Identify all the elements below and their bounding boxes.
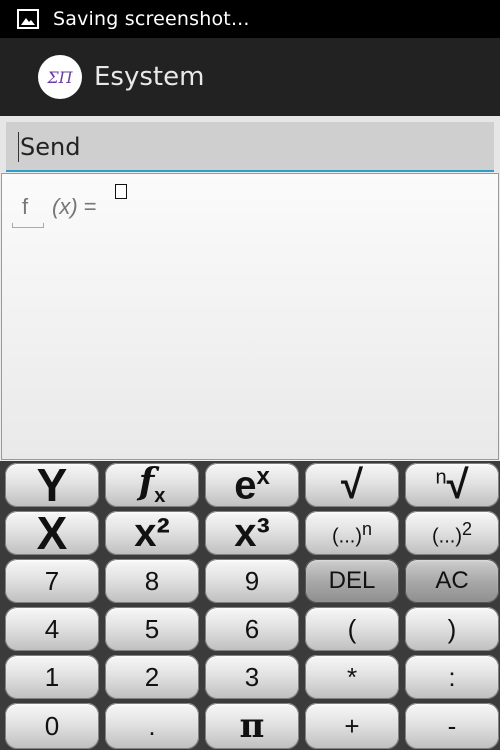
key-x-cubed[interactable]: x³ — [205, 511, 299, 555]
key-4[interactable]: 4 — [5, 607, 99, 651]
key-2[interactable]: 2 — [105, 655, 199, 699]
key-0[interactable]: 0 — [5, 703, 99, 749]
key-y[interactable]: Y — [5, 459, 99, 511]
key-label: 7 — [44, 566, 60, 596]
key-pi[interactable]: π — [205, 703, 299, 749]
key-label: Y — [36, 459, 68, 511]
action-bar: ΣΠ Esystem — [0, 38, 500, 116]
key-label: x² — [134, 511, 170, 555]
key-label: n√ — [435, 463, 469, 507]
function-name-underline — [12, 223, 44, 228]
key-7[interactable]: 7 — [5, 559, 99, 603]
key-9[interactable]: 9 — [205, 559, 299, 603]
key-3[interactable]: 3 — [205, 655, 299, 699]
key-x-squared[interactable]: x² — [105, 511, 199, 555]
key-label: * — [346, 662, 358, 692]
key-label: 5 — [144, 614, 160, 644]
image-icon — [17, 9, 39, 29]
key-label: 0 — [44, 711, 60, 741]
key-sqrt[interactable]: √ — [305, 463, 399, 507]
key-label: fx — [138, 460, 166, 508]
key-multiply[interactable]: * — [305, 655, 399, 699]
input-placeholder-box[interactable] — [115, 184, 127, 199]
key-paren-squared[interactable]: (...)2 — [405, 511, 499, 555]
send-field-container: Send — [0, 116, 500, 172]
key-5[interactable]: 5 — [105, 607, 199, 651]
key-minus[interactable]: - — [405, 703, 499, 749]
key-8[interactable]: 8 — [105, 559, 199, 603]
key-label: X — [36, 507, 68, 559]
send-input[interactable]: Send — [6, 122, 494, 172]
keypad: Y fx ex √ n√ X x² x³ (...)n (...)2 7 8 9… — [0, 461, 500, 750]
key-label: 1 — [44, 662, 60, 692]
key-label: : — [448, 662, 456, 692]
key-close-paren[interactable]: ) — [405, 607, 499, 651]
key-plus[interactable]: + — [305, 703, 399, 749]
key-label: 8 — [144, 566, 160, 596]
key-label: √ — [341, 463, 363, 507]
key-paren-power-n[interactable]: (...)n — [305, 511, 399, 555]
key-label: ( — [347, 614, 357, 644]
key-label: (...)2 — [431, 518, 472, 548]
key-label: DEL — [328, 567, 376, 594]
key-label: . — [148, 711, 156, 741]
argument-text: (x) — [52, 194, 78, 219]
send-label: Send — [20, 133, 81, 161]
key-label: 9 — [244, 566, 260, 596]
key-open-paren[interactable]: ( — [305, 607, 399, 651]
key-label: 6 — [244, 614, 260, 644]
app-title: Esystem — [94, 62, 205, 92]
key-label: + — [344, 711, 360, 741]
key-label: ) — [447, 614, 457, 644]
key-label: x³ — [234, 511, 270, 555]
text-cursor — [18, 132, 19, 162]
key-label: ex — [234, 462, 270, 508]
key-label: π — [239, 706, 265, 746]
key-label: 3 — [244, 662, 260, 692]
status-bar: Saving screenshot... — [0, 0, 500, 38]
key-label: 4 — [44, 614, 60, 644]
key-1[interactable]: 1 — [5, 655, 99, 699]
app-logo[interactable]: ΣΠ — [38, 55, 82, 99]
status-text: Saving screenshot... — [53, 8, 250, 30]
key-fx[interactable]: fx — [105, 463, 199, 507]
key-label: (...)n — [331, 518, 372, 548]
expression-display[interactable]: f (x) = — [1, 173, 499, 460]
key-ac[interactable]: AC — [405, 559, 499, 603]
key-del[interactable]: DEL — [305, 559, 399, 603]
key-label: AC — [435, 567, 469, 594]
function-argument: (x) = — [52, 194, 97, 220]
key-6[interactable]: 6 — [205, 607, 299, 651]
key-nth-root[interactable]: n√ — [405, 463, 499, 507]
function-name: f — [22, 194, 29, 219]
key-divide[interactable]: : — [405, 655, 499, 699]
key-label: 2 — [144, 662, 160, 692]
key-decimal[interactable]: . — [105, 703, 199, 749]
key-e-power[interactable]: ex — [205, 463, 299, 507]
key-label: - — [447, 711, 457, 741]
equals-sign: = — [83, 194, 97, 219]
key-x[interactable]: X — [5, 507, 99, 559]
